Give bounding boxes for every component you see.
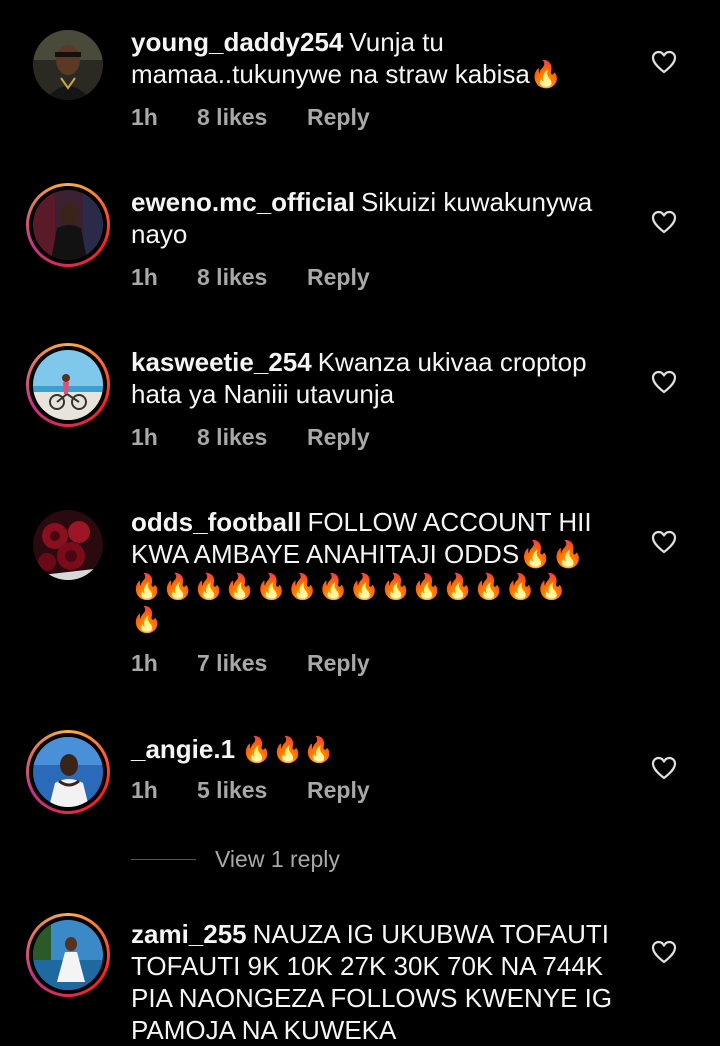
comment-text-block: kasweetie_254 Kwanza ukivaa croptop hata … <box>131 346 641 410</box>
comment-text-block: odds_football FOLLOW ACCOUNT HII KWA AMBA… <box>131 506 641 636</box>
comment-username[interactable]: eweno.mc_official <box>131 187 355 217</box>
comment-body: 🔥🔥🔥 <box>241 736 335 764</box>
comment-text-block: young_daddy254 Vunja tu mamaa..tukunywe n… <box>131 26 641 90</box>
reply-button[interactable]: Reply <box>307 104 370 131</box>
comment-username[interactable]: kasweetie_254 <box>131 347 312 377</box>
fire-emoji-row: 🔥 <box>131 606 163 634</box>
avatar-story-ring[interactable] <box>26 730 110 814</box>
comment-text-block: eweno.mc_official Sikuizi kuwakunywa nayo <box>131 186 641 250</box>
comment-meta: 1h 7 likes Reply <box>131 650 370 677</box>
comment-time: 1h <box>131 264 158 290</box>
view-replies-label: View 1 reply <box>215 846 340 872</box>
thread-line <box>131 859 196 860</box>
fire-emoji-row: 🔥🔥🔥🔥🔥🔥🔥🔥🔥🔥🔥🔥🔥🔥 <box>131 573 567 601</box>
comment-meta: 1h 8 likes Reply <box>131 104 370 131</box>
comment-time: 1h <box>131 650 158 676</box>
comment-likes[interactable]: 5 likes <box>197 777 307 804</box>
avatar-story-ring[interactable] <box>26 183 110 267</box>
reply-button[interactable]: Reply <box>307 777 370 804</box>
comment-likes[interactable]: 8 likes <box>197 424 307 451</box>
comment-likes[interactable]: 8 likes <box>197 104 307 131</box>
heart-outline-icon[interactable] <box>651 50 677 74</box>
comment-likes[interactable]: 8 likes <box>197 264 307 291</box>
reply-button[interactable]: Reply <box>307 424 370 451</box>
comment-text-block: _angie.1 🔥🔥🔥 <box>131 733 641 766</box>
avatar[interactable] <box>33 510 103 580</box>
comment-username[interactable]: _angie.1 <box>131 734 235 764</box>
comment-meta: 1h 8 likes Reply <box>131 264 370 291</box>
comment-username[interactable]: odds_football <box>131 507 301 537</box>
comment-likes[interactable]: 7 likes <box>197 650 307 677</box>
reply-button[interactable]: Reply <box>307 650 370 677</box>
avatar-story-ring[interactable] <box>26 913 110 997</box>
heart-outline-icon[interactable] <box>651 370 677 394</box>
comment-meta: 1h 5 likes Reply <box>131 777 370 804</box>
avatar-story-ring[interactable] <box>26 343 110 427</box>
comment-time: 1h <box>131 777 158 803</box>
comment-time: 1h <box>131 104 158 130</box>
comment-meta: 1h 8 likes Reply <box>131 424 370 451</box>
comment-time: 1h <box>131 424 158 450</box>
avatar[interactable] <box>33 30 103 100</box>
comment-username[interactable]: young_daddy254 <box>131 27 343 57</box>
comment-username[interactable]: zami_255 <box>131 919 247 949</box>
comment-text-block: zami_255 NAUZA IG UKUBWA TOFAUTI TOFAUTI … <box>131 918 641 1046</box>
heart-outline-icon[interactable] <box>651 210 677 234</box>
heart-outline-icon[interactable] <box>651 756 677 780</box>
reply-button[interactable]: Reply <box>307 264 370 291</box>
heart-outline-icon[interactable] <box>651 530 677 554</box>
heart-outline-icon[interactable] <box>651 940 677 964</box>
